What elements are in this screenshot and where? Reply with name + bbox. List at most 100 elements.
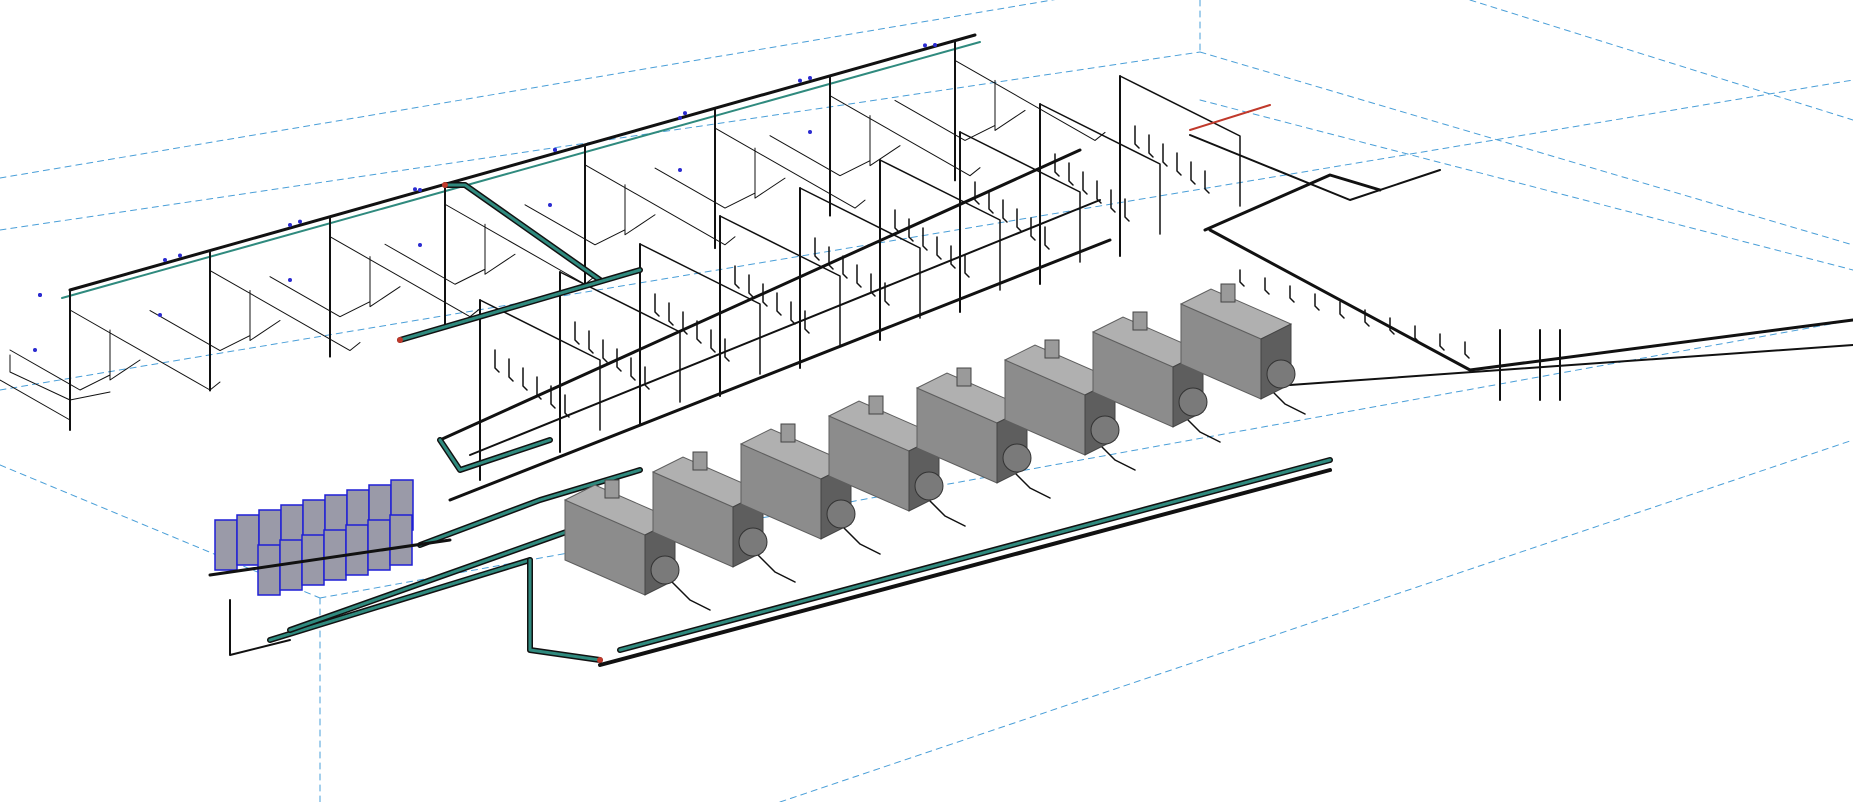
drop-pipe bbox=[508, 358, 514, 382]
drop-pipe bbox=[776, 292, 782, 316]
drop-pipe bbox=[1389, 317, 1395, 335]
drop-pipe bbox=[922, 227, 928, 251]
drop-pipe bbox=[828, 246, 834, 270]
upper-branch bbox=[69, 309, 221, 391]
drop-pipe bbox=[1314, 293, 1320, 311]
drop-pipe bbox=[804, 310, 810, 334]
mid-branch bbox=[879, 159, 1001, 291]
sprinkler-head bbox=[553, 148, 557, 152]
upper-branch bbox=[624, 184, 656, 236]
turbocharger bbox=[1132, 311, 1148, 331]
upper-branch bbox=[994, 79, 1026, 131]
drop-pipe bbox=[1148, 134, 1154, 158]
level-line bbox=[0, 0, 1056, 179]
drop-pipe bbox=[950, 245, 956, 269]
mid-branch bbox=[1039, 103, 1161, 235]
drop-pipe bbox=[1124, 198, 1130, 222]
upper-branch bbox=[954, 59, 1106, 141]
drop-pipe bbox=[644, 366, 650, 390]
sprinkler-head bbox=[288, 278, 292, 282]
drop-pipe bbox=[654, 293, 660, 317]
drop-pipe bbox=[682, 311, 688, 335]
sprinkler-head bbox=[808, 76, 812, 80]
switchboard-group bbox=[208, 479, 452, 596]
drop-pipe bbox=[1339, 301, 1345, 319]
upper-main-pipe bbox=[68, 33, 977, 292]
flywheel bbox=[738, 527, 768, 557]
sprinkler-head bbox=[923, 43, 927, 48]
upper-branch bbox=[584, 164, 736, 246]
sprinkler-head bbox=[178, 253, 182, 258]
model-viewport[interactable] bbox=[0, 0, 1853, 802]
drop-pipe bbox=[494, 349, 500, 373]
drop-pipe bbox=[1110, 189, 1116, 213]
flywheel bbox=[1266, 359, 1296, 389]
turbocharger bbox=[956, 367, 972, 387]
drop-pipe bbox=[856, 264, 862, 288]
drop-pipe bbox=[574, 321, 580, 345]
sprinkler-head bbox=[158, 313, 162, 317]
upper-branch bbox=[109, 329, 141, 381]
main-header-pipe bbox=[442, 182, 603, 283]
upper-branch bbox=[754, 147, 786, 199]
drop-pipe bbox=[1264, 277, 1270, 295]
switchboard-panel bbox=[236, 514, 260, 566]
drop-pipe bbox=[1204, 170, 1210, 194]
drop-pipe bbox=[1176, 152, 1182, 176]
switchboard-panel bbox=[257, 544, 281, 596]
turbocharger bbox=[780, 423, 796, 443]
drop-pipe bbox=[696, 320, 702, 344]
upper-branch bbox=[769, 135, 871, 177]
header-valve bbox=[597, 657, 603, 663]
upper-branch bbox=[269, 276, 371, 318]
flywheel bbox=[1002, 443, 1032, 473]
drop-pipe bbox=[790, 301, 796, 325]
sprinkler-head bbox=[798, 78, 802, 83]
drop-pipe bbox=[1464, 341, 1470, 359]
drop-pipe bbox=[1239, 269, 1245, 287]
drop-pipe bbox=[564, 394, 570, 418]
right-pipe bbox=[1289, 344, 1853, 386]
sprinkler-head bbox=[678, 168, 682, 172]
turbocharger bbox=[1220, 283, 1236, 303]
upper-branch bbox=[369, 256, 401, 308]
sprinkler-head bbox=[683, 111, 687, 116]
turbocharger bbox=[1044, 339, 1060, 359]
drop-pipe bbox=[894, 209, 900, 233]
drop-pipe bbox=[710, 329, 716, 353]
drop-pipe bbox=[814, 237, 820, 261]
upper-pipe-network bbox=[0, 33, 1106, 431]
drop-pipe bbox=[588, 330, 594, 354]
sprinkler-head bbox=[678, 116, 682, 120]
level-line bbox=[1199, 51, 1853, 246]
level-line bbox=[0, 79, 1853, 391]
header-valve bbox=[397, 337, 403, 343]
level-line bbox=[1199, 99, 1853, 271]
drop-pipe bbox=[1289, 285, 1295, 303]
drop-pipe bbox=[1364, 309, 1370, 327]
sprinkler-head bbox=[33, 348, 37, 352]
turbocharger bbox=[692, 451, 708, 471]
drop-pipe bbox=[762, 283, 768, 307]
flywheel bbox=[1090, 415, 1120, 445]
sprinkler-head bbox=[933, 43, 937, 47]
sprinkler-head bbox=[288, 223, 292, 227]
flywheel bbox=[650, 555, 680, 585]
drop-pipe bbox=[734, 265, 740, 289]
upper-branch bbox=[9, 354, 111, 401]
drop-pipe bbox=[974, 181, 980, 205]
switchboard-panel bbox=[214, 519, 238, 571]
isometric-piping-model bbox=[0, 0, 1853, 802]
sprinkler-head bbox=[38, 293, 42, 297]
upper-branch bbox=[209, 270, 361, 352]
flywheel bbox=[1178, 387, 1208, 417]
right-pipe bbox=[1208, 228, 1853, 372]
sprinkler-head bbox=[418, 243, 422, 247]
mid-branch bbox=[639, 243, 761, 375]
upper-branch bbox=[329, 236, 481, 318]
upper-branch bbox=[714, 127, 866, 209]
drop-pipe bbox=[1068, 162, 1074, 186]
header-valve bbox=[442, 182, 448, 188]
switchboard-panel bbox=[345, 524, 369, 576]
drop-pipe bbox=[1016, 208, 1022, 232]
